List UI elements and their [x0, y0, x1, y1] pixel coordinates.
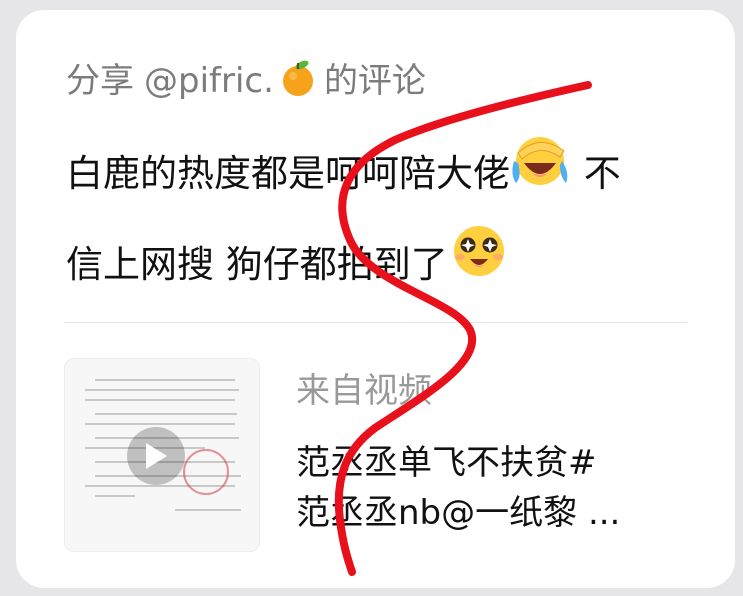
comment-line-1: 白鹿的热度都是呵呵陪大佬 — [66, 152, 510, 195]
share-prefix: 分享 — [66, 61, 134, 101]
comment-share-card[interactable]: 分享 @pifric. 的评论 白鹿的热度都是呵呵陪大佬 不 信上网搜 狗仔都拍… — [16, 10, 735, 588]
source-label: 来自视频 — [296, 371, 432, 411]
orange-emoji-icon — [278, 58, 318, 104]
video-title-line-1: 范丞丞单飞不扶贫# — [296, 443, 597, 483]
comment-line-2: 信上网搜 狗仔都拍到了 — [66, 242, 448, 286]
starry-eyes-emoji-icon — [448, 221, 510, 311]
video-title[interactable]: 范丞丞单飞不扶贫# 范丞丞nb@一纸黎 ... — [296, 438, 696, 538]
share-header: 分享 @pifric. 的评论 — [66, 58, 426, 104]
share-suffix: 的评论 — [323, 61, 426, 101]
shared-video[interactable]: 来自视频 范丞丞单飞不扶贫# 范丞丞nb@一纸黎 ... — [64, 358, 704, 558]
user-handle[interactable]: @pifric. — [144, 64, 274, 98]
laughing-crying-emoji-icon — [510, 131, 572, 221]
video-title-line-2: 范丞丞nb@一纸黎 ... — [296, 493, 621, 533]
divider — [64, 322, 687, 323]
comment-text: 白鹿的热度都是呵呵陪大佬 不 信上网搜 狗仔都拍到了 — [66, 130, 706, 311]
comment-line-1-tail: 不 — [583, 152, 621, 195]
play-icon[interactable] — [127, 427, 185, 485]
red-stamp — [183, 449, 229, 495]
video-thumbnail[interactable] — [64, 358, 260, 552]
